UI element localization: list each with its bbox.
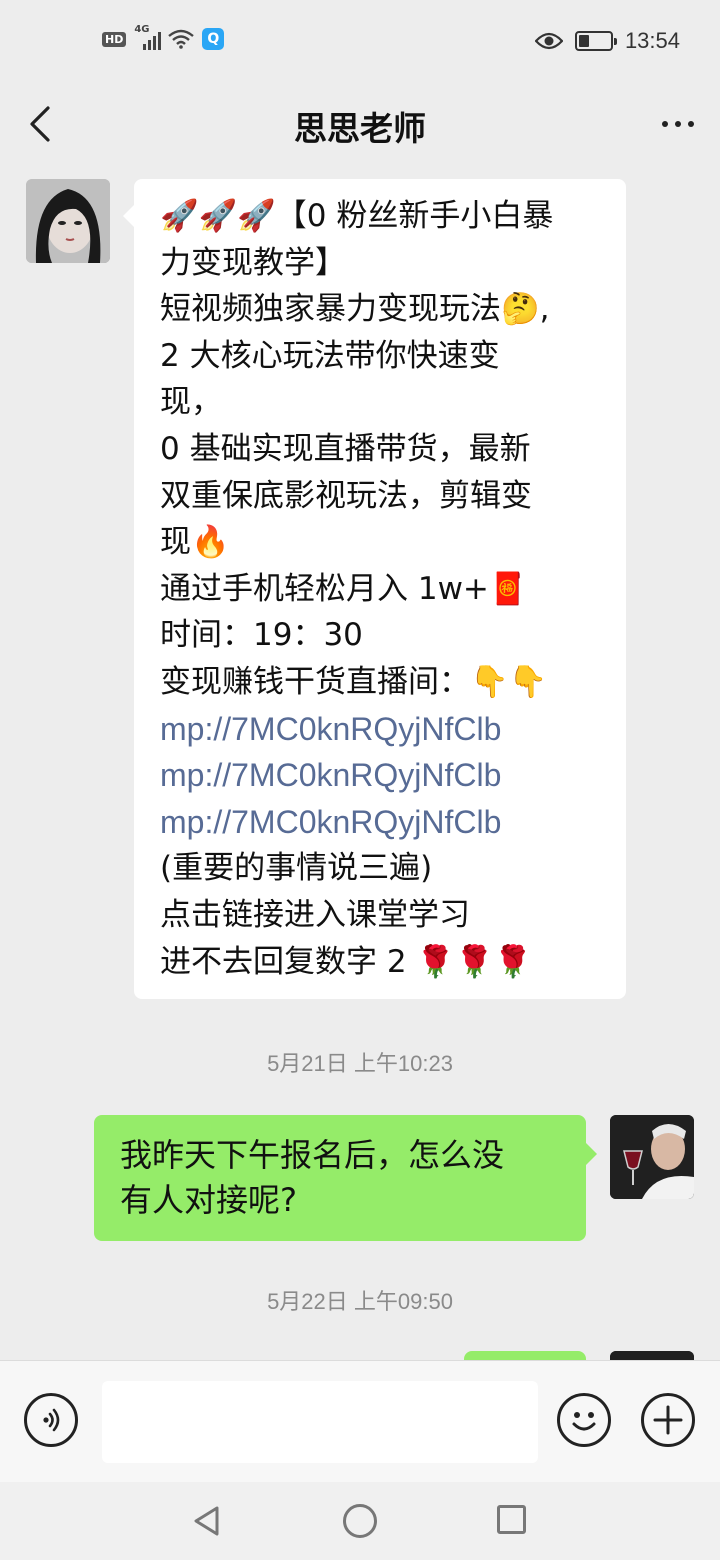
chat-input-bar (0, 1360, 720, 1483)
message-line: 点击链接进入课堂学习 (160, 896, 470, 933)
wifi-icon (168, 29, 195, 49)
system-nav-bar (0, 1482, 720, 1560)
status-bar: HD 4G Q 13:54 (0, 0, 720, 84)
message-link[interactable]: mp://7MC0knRQyjNfClb (160, 706, 606, 753)
message-input[interactable] (102, 1381, 538, 1463)
message-line: 有人对接呢? (120, 1181, 297, 1219)
self-avatar[interactable] (610, 1351, 694, 1360)
status-right: 13:54 (534, 28, 680, 54)
incoming-message-bubble[interactable]: 🚀🚀🚀【0 粉丝新手小白暴 力变现教学】 短视频独家暴力变现玩法🤔, 2 大核心… (123, 179, 626, 1000)
message-line: 2 大核心玩法带你快速变 (160, 337, 500, 374)
message-line: 双重保底影视玩法，剪辑变 (160, 477, 532, 514)
outgoing-message-bubble-partial[interactable] (464, 1351, 586, 1360)
contact-avatar[interactable] (26, 179, 110, 263)
message-line: 进不去回复数字 2 🌹🌹🌹 (160, 943, 533, 980)
message-line: 短视频独家暴力变现玩法🤔, (160, 291, 550, 328)
eye-comfort-icon (534, 32, 563, 50)
message-line: 我昨天下午报名后，怎么没 (120, 1136, 505, 1174)
self-photo (610, 1115, 694, 1199)
search-app-icon: Q (202, 28, 225, 50)
battery-level-fill (578, 35, 590, 47)
square-recent-icon[interactable] (497, 1505, 526, 1534)
emoji-icon[interactable] (557, 1393, 611, 1447)
message-line: 力变现教学】 (160, 244, 346, 281)
message-link[interactable]: mp://7MC0knRQyjNfClb (160, 799, 606, 846)
chat-header: 思思老师 (0, 84, 720, 164)
message-line: 现， (160, 384, 222, 421)
self-avatar[interactable] (610, 1115, 694, 1199)
message-line: (重要的事情说三遍) (160, 850, 433, 887)
self-photo (610, 1351, 694, 1360)
triangle-back-icon[interactable] (190, 1504, 224, 1538)
contact-photo (26, 179, 110, 263)
more-dots-icon[interactable] (656, 102, 700, 146)
signal-icon: 4G (134, 24, 162, 50)
hd-badge: HD (102, 31, 127, 47)
battery-icon (574, 31, 617, 51)
status-left: HD 4G Q (102, 24, 225, 50)
plus-icon[interactable] (641, 1393, 695, 1447)
page-title: 思思老师 (294, 109, 426, 148)
message-link[interactable]: mp://7MC0knRQyjNfClb (160, 752, 606, 799)
message-line: 变现赚钱干货直播间：👇👇 (160, 663, 548, 700)
circle-home-icon[interactable] (343, 1504, 377, 1538)
outgoing-message-bubble[interactable]: 我昨天下午报名后，怎么没 有人对接呢? (94, 1115, 597, 1241)
message-line: 现🔥 (160, 524, 230, 561)
message-timestamp: 5月21日 上午10:23 (267, 1051, 453, 1076)
message-line: 🚀🚀🚀【0 粉丝新手小白暴 (160, 198, 554, 234)
message-line: 时间：19：30 (160, 617, 363, 654)
chat-message-list[interactable]: 🚀🚀🚀【0 粉丝新手小白暴 力变现教学】 短视频独家暴力变现玩法🤔, 2 大核心… (0, 164, 720, 1360)
status-time: 13:54 (624, 28, 680, 53)
message-line: 通过手机轻松月入 1w+🧧 (160, 570, 528, 607)
voice-icon[interactable] (24, 1393, 78, 1447)
message-timestamp: 5月22日 上午09:50 (267, 1289, 453, 1314)
message-line: 0 基础实现直播带货，最新 (160, 430, 531, 467)
